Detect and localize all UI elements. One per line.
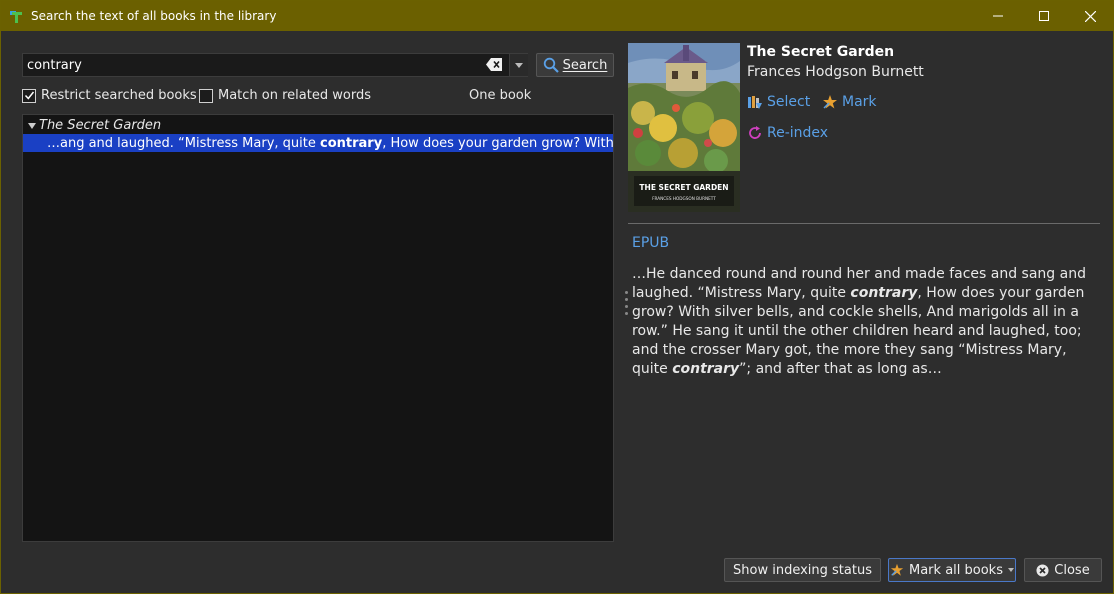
minimize-icon bbox=[993, 15, 1003, 17]
mark-star-icon bbox=[890, 563, 904, 576]
splitter-handle[interactable] bbox=[624, 291, 628, 315]
close-circle-icon bbox=[1036, 563, 1049, 577]
related-words-checkbox[interactable] bbox=[199, 88, 213, 103]
cover-title-text: THE SECRET GARDEN bbox=[639, 183, 728, 192]
result-book-title: The Secret Garden bbox=[39, 118, 162, 133]
history-dropdown-button[interactable] bbox=[509, 54, 528, 76]
mark-book-link[interactable]: Mark bbox=[822, 94, 877, 110]
result-preview-text: …He danced round and round her and made … bbox=[632, 265, 1100, 379]
reindex-link[interactable]: Re-index bbox=[747, 125, 828, 141]
search-input[interactable] bbox=[23, 54, 505, 76]
preview-match-1: contrary bbox=[850, 285, 918, 301]
results-tree[interactable]: The Secret Garden …ang and laughed. “Mis… bbox=[22, 114, 614, 542]
close-label: Close bbox=[1054, 562, 1090, 578]
restrict-option[interactable]: Restrict searched books bbox=[22, 88, 197, 103]
book-format-link[interactable]: EPUB bbox=[632, 235, 669, 251]
result-book-row[interactable]: The Secret Garden bbox=[23, 117, 613, 134]
related-words-option[interactable]: Match on related words bbox=[199, 88, 371, 103]
close-window-button[interactable] bbox=[1067, 1, 1113, 31]
select-label: Select bbox=[767, 94, 811, 110]
show-indexing-status-label: Show indexing status bbox=[733, 562, 872, 578]
search-button-label: Search bbox=[562, 57, 608, 73]
mark-label: Mark bbox=[842, 94, 877, 110]
expand-arrow-icon[interactable] bbox=[26, 120, 38, 132]
calibre-app-icon bbox=[9, 8, 25, 24]
snippet-before: …ang and laughed. “Mistress Mary, quite bbox=[47, 135, 320, 151]
chevron-down-icon bbox=[515, 62, 523, 68]
book-title: The Secret Garden bbox=[747, 44, 895, 60]
preview-match-2: contrary bbox=[672, 361, 740, 377]
reindex-label: Re-index bbox=[767, 125, 829, 141]
search-scope-text: One book bbox=[469, 88, 532, 103]
restrict-checkbox[interactable] bbox=[22, 88, 36, 103]
result-snippet-row[interactable]: …ang and laughed. “Mistress Mary, quite … bbox=[23, 134, 613, 152]
related-words-label: Match on related words bbox=[218, 88, 371, 103]
preview-part-3: ”; and after that as long as… bbox=[739, 361, 942, 377]
reindex-icon bbox=[749, 126, 761, 139]
snippet-after: , How does your garden grow? With silv… bbox=[382, 135, 613, 151]
cover-author-text: FRANCES HODGSON BURNETT bbox=[652, 196, 716, 201]
mark-all-books-label: Mark all books bbox=[909, 562, 1003, 578]
search-combobox bbox=[22, 53, 528, 77]
book-cover-image: THE SECRET GARDEN FRANCES HODGSON BURNET… bbox=[628, 43, 740, 212]
maximize-icon bbox=[1039, 11, 1049, 21]
close-icon bbox=[1084, 10, 1096, 22]
mark-star-icon bbox=[823, 95, 837, 109]
search-button[interactable]: Search bbox=[536, 53, 614, 77]
snippet-match: contrary bbox=[320, 135, 383, 151]
clear-text-icon[interactable] bbox=[486, 58, 502, 71]
divider bbox=[628, 223, 1100, 224]
title-bar: Search the text of all books in the libr… bbox=[1, 1, 1113, 31]
chevron-down-icon bbox=[1007, 568, 1014, 572]
maximize-button[interactable] bbox=[1021, 1, 1067, 31]
search-icon bbox=[543, 57, 559, 73]
checkmark-icon bbox=[24, 91, 34, 100]
select-books-icon bbox=[748, 96, 762, 109]
window-title: Search the text of all books in the libr… bbox=[31, 9, 277, 23]
select-book-link[interactable]: Select bbox=[747, 94, 810, 110]
minimize-button[interactable] bbox=[975, 1, 1021, 31]
book-author: Frances Hodgson Burnett bbox=[747, 64, 924, 80]
restrict-label: Restrict searched books bbox=[41, 88, 197, 103]
mark-all-books-button[interactable]: Mark all books bbox=[888, 558, 1016, 582]
close-button[interactable]: Close bbox=[1024, 558, 1102, 582]
show-indexing-status-button[interactable]: Show indexing status bbox=[724, 558, 881, 582]
search-dialog: Search the text of all books in the libr… bbox=[0, 0, 1114, 594]
